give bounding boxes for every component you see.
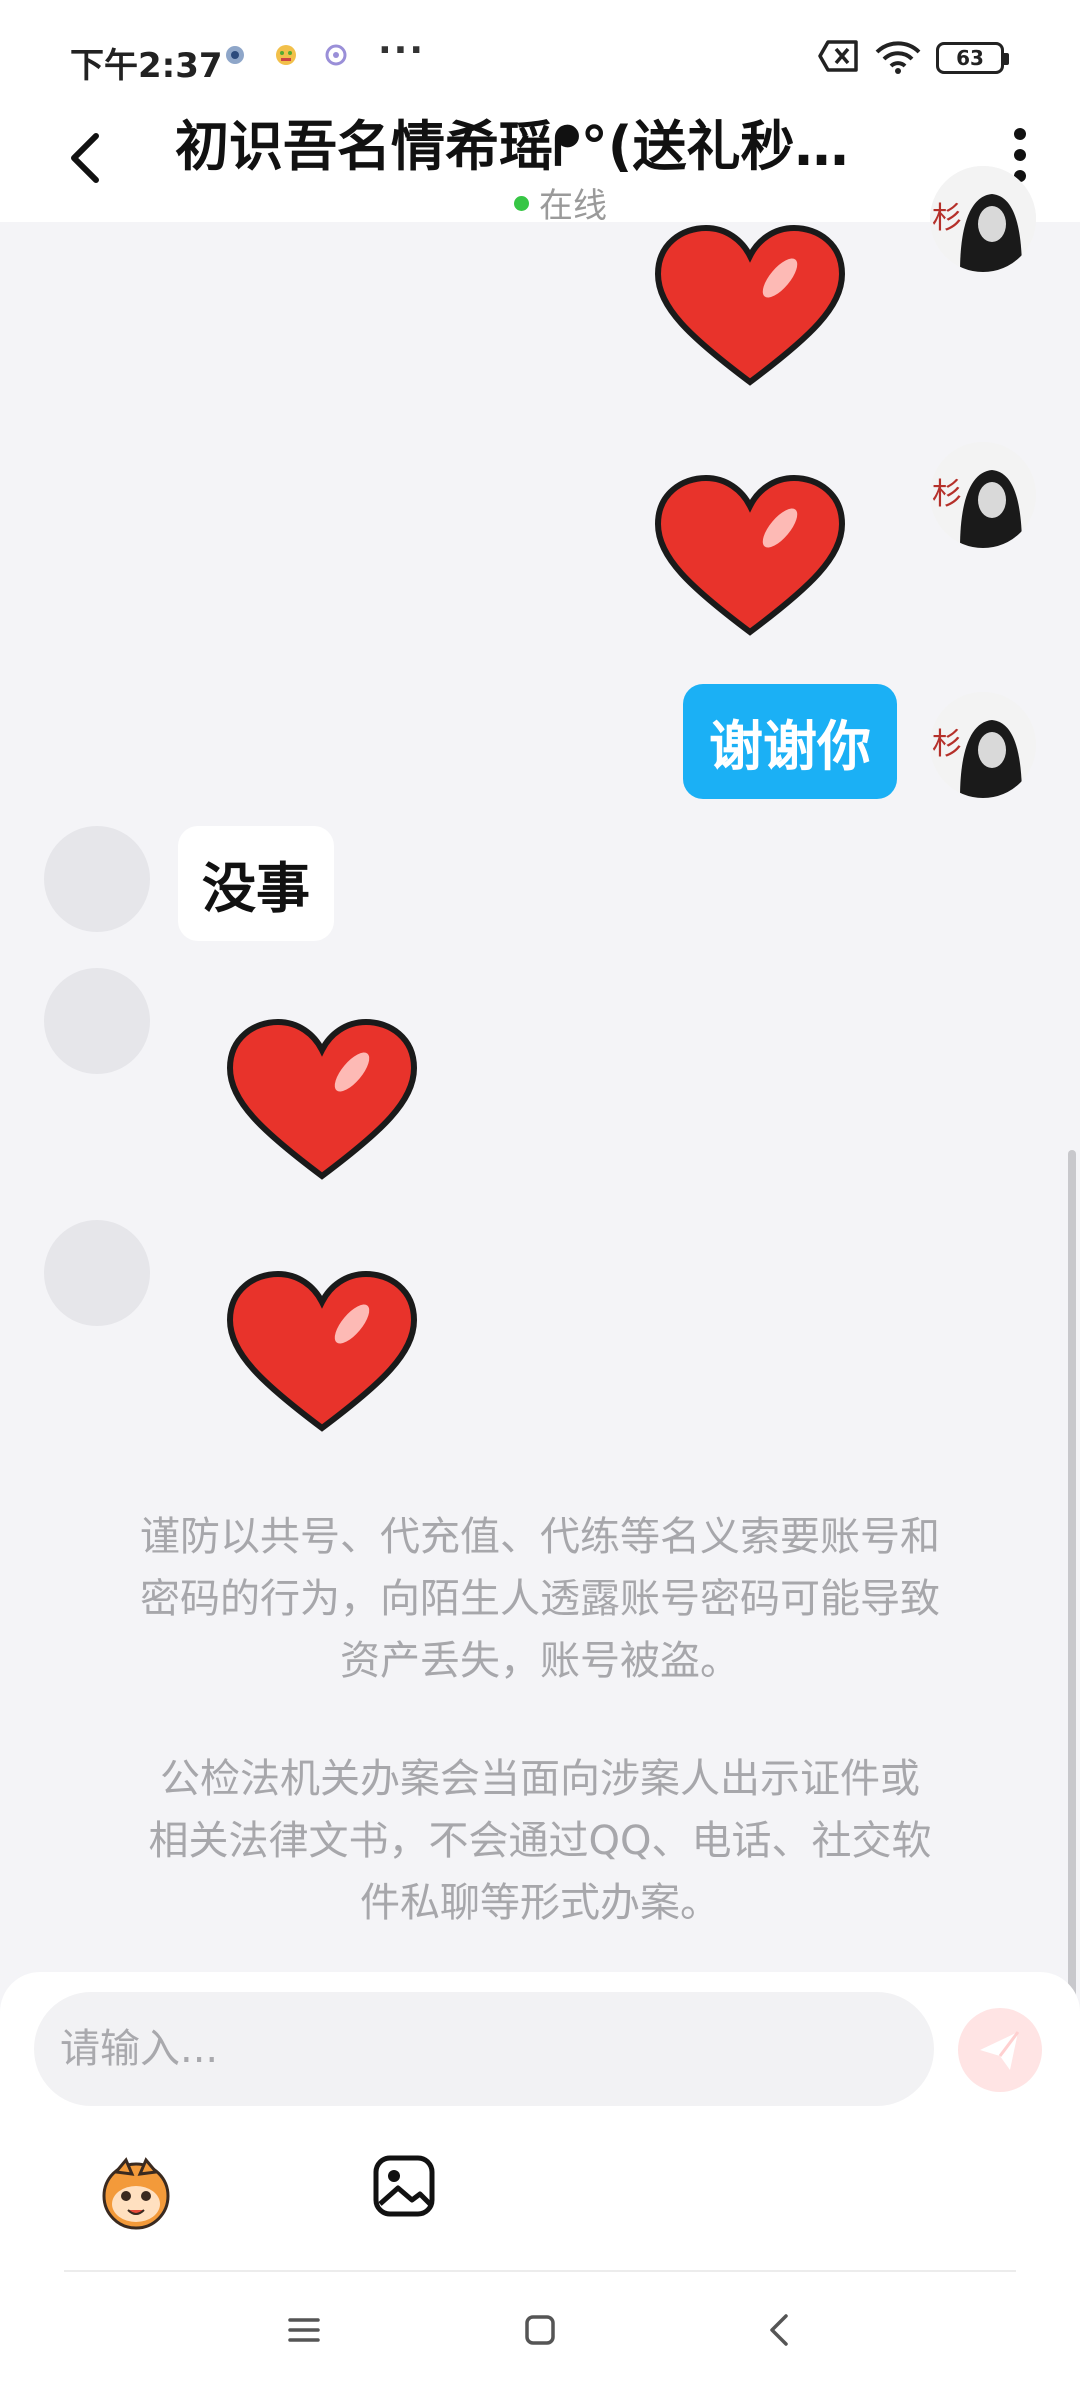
message-bubble-other[interactable]: 没事 bbox=[178, 826, 334, 941]
online-status: 在线 bbox=[514, 178, 607, 227]
chat-title[interactable]: 初识吾名情希瑶ᖰ°(送礼秒… bbox=[175, 102, 935, 181]
my-avatar[interactable]: 杉 bbox=[930, 166, 1036, 272]
svg-text:杉: 杉 bbox=[932, 201, 962, 236]
contact-avatar[interactable] bbox=[44, 826, 150, 932]
my-avatar[interactable]: 杉 bbox=[930, 692, 1036, 798]
no-sim-icon bbox=[818, 40, 858, 72]
notice-line: 谨防以共号、代充值、代练等名义索要账号和 bbox=[140, 1514, 940, 1560]
notice-line: 件私聊等形式办案。 bbox=[360, 1880, 720, 1926]
heart-sticker[interactable] bbox=[222, 1016, 422, 1186]
scrollbar[interactable] bbox=[1068, 1150, 1076, 2060]
notification-emoji-icon bbox=[276, 45, 296, 65]
menu-icon[interactable] bbox=[286, 2312, 322, 2348]
notification-app-icon bbox=[226, 46, 244, 64]
wifi-icon bbox=[875, 41, 921, 74]
notice-line: 密码的行为，向陌生人透露账号密码可能导致 bbox=[140, 1576, 940, 1622]
image-icon[interactable] bbox=[372, 2154, 436, 2218]
notification-app2-icon bbox=[325, 44, 347, 66]
contact-avatar[interactable] bbox=[44, 1220, 150, 1326]
online-dot-icon bbox=[514, 196, 529, 211]
notice-line: 相关法律文书，不会通过QQ、电话、社交软 bbox=[148, 1818, 932, 1864]
status-time: 下午2:37 bbox=[70, 46, 223, 86]
my-avatar[interactable]: 杉 bbox=[930, 442, 1036, 548]
chat-header: 初识吾名情希瑶ᖰ°(送礼秒… 在线 bbox=[0, 90, 1080, 226]
send-button[interactable] bbox=[958, 2008, 1042, 2092]
security-notice-account: 谨防以共号、代充值、代练等名义索要账号和 密码的行为，向陌生人透露账号密码可能导… bbox=[80, 1506, 1000, 1692]
input-panel bbox=[0, 1972, 1080, 2400]
home-icon[interactable] bbox=[522, 2312, 558, 2348]
message-bubble-me[interactable]: 谢谢你 bbox=[683, 684, 897, 799]
emoji-icon[interactable] bbox=[96, 2152, 176, 2232]
svg-text:杉: 杉 bbox=[932, 727, 962, 762]
heart-sticker[interactable] bbox=[222, 1268, 422, 1438]
notice-line: 公检法机关办案会当面向涉案人出示证件或 bbox=[160, 1756, 920, 1802]
back-button[interactable] bbox=[60, 128, 110, 188]
heart-sticker[interactable] bbox=[650, 472, 850, 642]
notice-line: 资产丢失，账号被盗。 bbox=[340, 1638, 740, 1684]
online-status-label: 在线 bbox=[539, 186, 607, 226]
status-bar: 下午2:37 ··· 63 bbox=[0, 0, 1080, 90]
contact-avatar[interactable] bbox=[44, 968, 150, 1074]
chat-area[interactable]: 杉 杉 杉 谢谢你 没事 谨防以共号、代充值、代练等名义索要账号和 密码的行为，… bbox=[0, 166, 1080, 2060]
svg-text:杉: 杉 bbox=[932, 477, 962, 512]
more-notifications-icon: ··· bbox=[378, 30, 426, 71]
security-notice-police: 公检法机关办案会当面向涉案人出示证件或 相关法律文书，不会通过QQ、电话、社交软… bbox=[80, 1748, 1000, 1934]
divider bbox=[64, 2270, 1016, 2272]
nav-back-icon[interactable] bbox=[762, 2312, 798, 2348]
message-input[interactable] bbox=[34, 1992, 934, 2106]
send-icon bbox=[980, 2031, 1020, 2070]
battery-indicator: 63 bbox=[936, 42, 1009, 74]
heart-sticker[interactable] bbox=[650, 222, 850, 392]
